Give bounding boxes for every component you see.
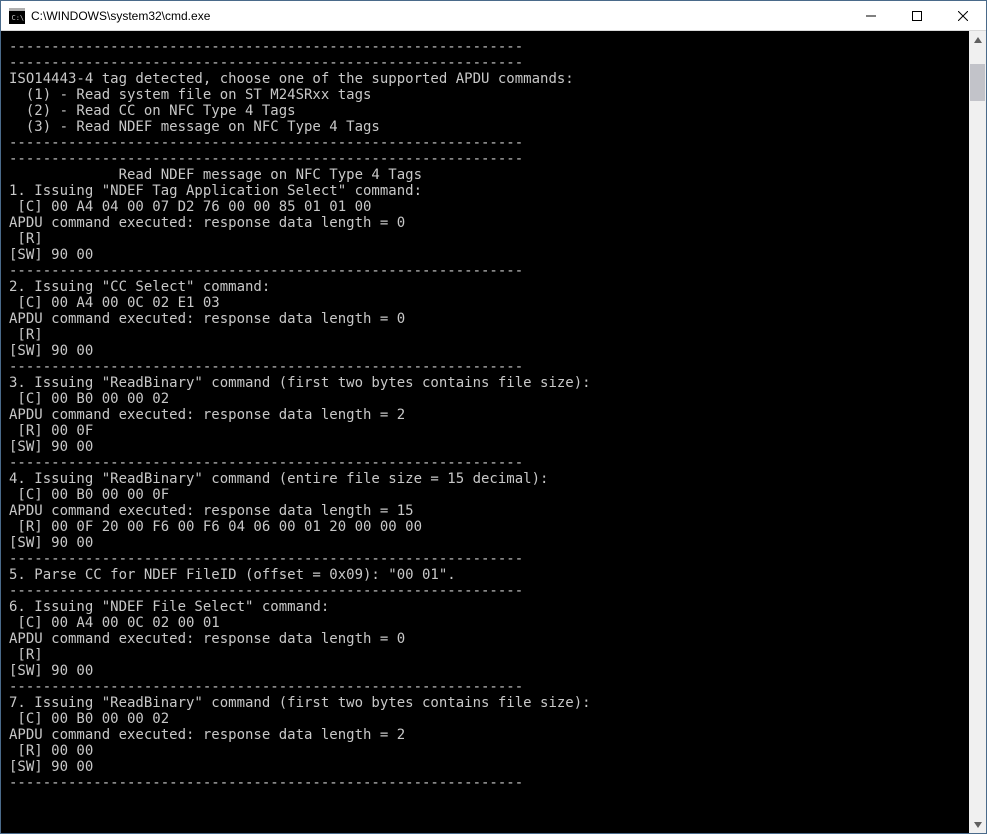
terminal-line: APDU command executed: response data len…: [9, 311, 969, 327]
terminal-line: 6. Issuing "NDEF File Select" command:: [9, 599, 969, 615]
terminal-line: ----------------------------------------…: [9, 39, 969, 55]
terminal-line: [C] 00 B0 00 00 02: [9, 711, 969, 727]
terminal-line: ----------------------------------------…: [9, 151, 969, 167]
terminal-line: APDU command executed: response data len…: [9, 727, 969, 743]
terminal-line: [SW] 90 00: [9, 535, 969, 551]
maximize-button[interactable]: [894, 1, 940, 31]
terminal-line: ----------------------------------------…: [9, 359, 969, 375]
terminal-line: [R] 00 0F 20 00 F6 00 F6 04 06 00 01 20 …: [9, 519, 969, 535]
terminal-line: APDU command executed: response data len…: [9, 631, 969, 647]
terminal-line: [SW] 90 00: [9, 247, 969, 263]
cmd-icon: C:\: [9, 8, 25, 24]
scroll-up-arrow-icon[interactable]: [969, 31, 986, 48]
close-button[interactable]: [940, 1, 986, 31]
scrollbar-thumb[interactable]: [969, 63, 986, 101]
scroll-down-arrow-icon[interactable]: [969, 816, 986, 833]
terminal-line: [SW] 90 00: [9, 343, 969, 359]
terminal-line: [C] 00 B0 00 00 02: [9, 391, 969, 407]
terminal-line: APDU command executed: response data len…: [9, 215, 969, 231]
terminal-line: (3) - Read NDEF message on NFC Type 4 Ta…: [9, 119, 969, 135]
terminal-line: [SW] 90 00: [9, 439, 969, 455]
terminal-line: [SW] 90 00: [9, 759, 969, 775]
terminal-line: [C] 00 B0 00 00 0F: [9, 487, 969, 503]
terminal-line: 1. Issuing "NDEF Tag Application Select"…: [9, 183, 969, 199]
terminal-line: 2. Issuing "CC Select" command:: [9, 279, 969, 295]
terminal-line: [SW] 90 00: [9, 663, 969, 679]
terminal-line: ISO14443-4 tag detected, choose one of t…: [9, 71, 969, 87]
client-area: ----------------------------------------…: [1, 31, 986, 833]
terminal-output[interactable]: ----------------------------------------…: [1, 31, 969, 833]
window-controls: [848, 1, 986, 30]
scrollbar-track[interactable]: [969, 48, 986, 816]
terminal-line: [R]: [9, 231, 969, 247]
terminal-line: 5. Parse CC for NDEF FileID (offset = 0x…: [9, 567, 969, 583]
terminal-line: ----------------------------------------…: [9, 263, 969, 279]
vertical-scrollbar[interactable]: [969, 31, 986, 833]
terminal-line: Read NDEF message on NFC Type 4 Tags: [9, 167, 969, 183]
terminal-line: ----------------------------------------…: [9, 135, 969, 151]
terminal-line: 3. Issuing "ReadBinary" command (first t…: [9, 375, 969, 391]
terminal-line: (2) - Read CC on NFC Type 4 Tags: [9, 103, 969, 119]
terminal-line: [C] 00 A4 00 0C 02 00 01: [9, 615, 969, 631]
terminal-line: ----------------------------------------…: [9, 583, 969, 599]
terminal-line: ----------------------------------------…: [9, 775, 969, 791]
terminal-line: ----------------------------------------…: [9, 55, 969, 71]
window-title: C:\WINDOWS\system32\cmd.exe: [31, 9, 848, 23]
terminal-line: ----------------------------------------…: [9, 551, 969, 567]
terminal-line: [R] 00 0F: [9, 423, 969, 439]
terminal-line: [R]: [9, 327, 969, 343]
terminal-line: ----------------------------------------…: [9, 455, 969, 471]
window-frame: C:\ C:\WINDOWS\system32\cmd.exe --------…: [0, 0, 987, 834]
terminal-line: 4. Issuing "ReadBinary" command (entire …: [9, 471, 969, 487]
terminal-line: APDU command executed: response data len…: [9, 503, 969, 519]
svg-text:C:\: C:\: [12, 14, 25, 22]
terminal-line: [R] 00 00: [9, 743, 969, 759]
terminal-line: ----------------------------------------…: [9, 679, 969, 695]
minimize-button[interactable]: [848, 1, 894, 31]
terminal-line: APDU command executed: response data len…: [9, 407, 969, 423]
terminal-line: [C] 00 A4 04 00 07 D2 76 00 00 85 01 01 …: [9, 199, 969, 215]
terminal-line: [C] 00 A4 00 0C 02 E1 03: [9, 295, 969, 311]
terminal-line: 7. Issuing "ReadBinary" command (first t…: [9, 695, 969, 711]
terminal-line: [R]: [9, 647, 969, 663]
titlebar[interactable]: C:\ C:\WINDOWS\system32\cmd.exe: [1, 1, 986, 31]
terminal-line: (1) - Read system file on ST M24SRxx tag…: [9, 87, 969, 103]
